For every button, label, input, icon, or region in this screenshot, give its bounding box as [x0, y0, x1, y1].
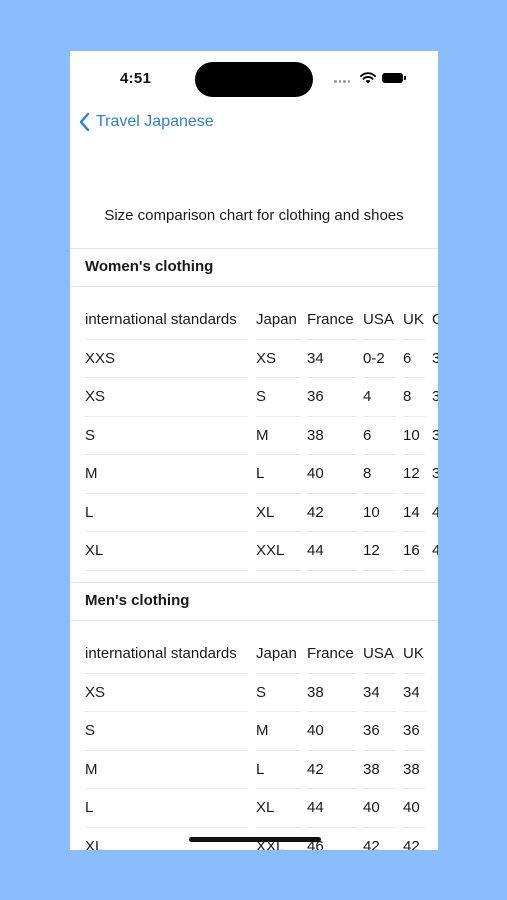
table-cell: 40	[307, 712, 357, 751]
table-cell: 6	[403, 340, 425, 378]
table-cell: 36	[403, 712, 425, 751]
table-cell: 34	[307, 340, 357, 378]
section-divider	[70, 248, 438, 249]
section-divider	[70, 286, 438, 287]
back-button[interactable]: Travel Japanese	[78, 112, 214, 132]
section-divider	[70, 582, 438, 583]
column-header: UK	[403, 635, 425, 674]
table-cell: XS	[85, 674, 248, 712]
table-cell: L	[85, 494, 248, 532]
cellular-signal-icon	[334, 80, 350, 83]
column-header: UK	[403, 301, 425, 340]
status-time: 4:51	[120, 70, 152, 87]
table-cell: XXL	[256, 532, 301, 571]
table-cell: XL	[256, 789, 301, 828]
table-cell: 3	[432, 388, 438, 405]
wifi-icon	[360, 72, 376, 84]
table-cell: 38	[307, 417, 357, 455]
table-cell: 0-2	[363, 340, 396, 378]
table-cell: 16	[403, 532, 425, 571]
dynamic-island	[195, 62, 313, 97]
table-cell: XS	[85, 378, 248, 417]
table-cell: 34	[403, 674, 425, 712]
table-cell: 42	[307, 494, 357, 532]
table-cell: 4	[432, 503, 438, 521]
table-cell: 3	[432, 349, 438, 367]
table-cell: 12	[403, 455, 425, 494]
column-header: USA	[363, 301, 396, 340]
chevron-left-icon	[79, 112, 90, 132]
battery-icon	[382, 73, 406, 83]
table-cell: M	[256, 417, 301, 455]
table-cell: S	[256, 378, 301, 417]
table-cell: S	[85, 417, 248, 455]
column-header: France	[307, 635, 357, 674]
column-header: USA	[363, 635, 396, 674]
table-cell: 8	[363, 455, 396, 494]
table-cell: XXS	[85, 340, 248, 378]
column-header: G	[432, 311, 438, 328]
table-cell: 4	[432, 542, 438, 559]
table-cell: XL	[256, 494, 301, 532]
section-divider	[70, 620, 438, 621]
table-cell: 3	[432, 426, 438, 444]
table-cell: 38	[363, 751, 396, 789]
table-cell: M	[256, 712, 301, 751]
table-cell: 3	[432, 465, 438, 482]
table-cell: 36	[363, 712, 396, 751]
table-cell: L	[85, 789, 248, 828]
table-cell: 12	[363, 532, 396, 571]
table-cell: S	[85, 712, 248, 751]
table-cell: 42	[363, 828, 396, 851]
mens-section-title: Men's clothing	[85, 592, 190, 609]
status-bar: 4:51	[70, 51, 438, 107]
table-cell: S	[256, 674, 301, 712]
column-header: international standards	[85, 635, 248, 674]
table-cell: 42	[403, 828, 425, 851]
table-cell: 34	[363, 674, 396, 712]
table-cell: 14	[403, 494, 425, 532]
table-cell: 40	[307, 455, 357, 494]
table-cell: 38	[307, 674, 357, 712]
table-cell: 8	[403, 378, 425, 417]
table-cell: 4	[363, 378, 396, 417]
table-cell: M	[85, 455, 248, 494]
table-cell: 40	[363, 789, 396, 828]
table-cell: XL	[85, 532, 248, 571]
table-cell: 10	[363, 494, 396, 532]
table-cell: 38	[403, 751, 425, 789]
table-cell: L	[256, 751, 301, 789]
table-cell: L	[256, 455, 301, 494]
back-button-label: Travel Japanese	[96, 113, 214, 130]
column-header: France	[307, 301, 357, 340]
column-header: Japan	[256, 301, 301, 340]
column-header: Japan	[256, 635, 301, 674]
table-cell: 44	[307, 789, 357, 828]
table-cell: XS	[256, 340, 301, 378]
table-cell: 6	[363, 417, 396, 455]
womens-section-title: Women's clothing	[85, 258, 214, 275]
table-cell: 40	[403, 789, 425, 828]
table-cell: 36	[307, 378, 357, 417]
page-subtitle: Size comparison chart for clothing and s…	[104, 207, 404, 224]
table-cell: 44	[307, 532, 357, 571]
table-cell: 10	[403, 417, 425, 455]
home-indicator[interactable]	[189, 837, 321, 842]
column-header: international standards	[85, 301, 248, 340]
phone-screen: 4:51 Travel Japanese Size comparison cha…	[70, 51, 438, 850]
table-cell: M	[85, 751, 248, 789]
table-cell: 42	[307, 751, 357, 789]
